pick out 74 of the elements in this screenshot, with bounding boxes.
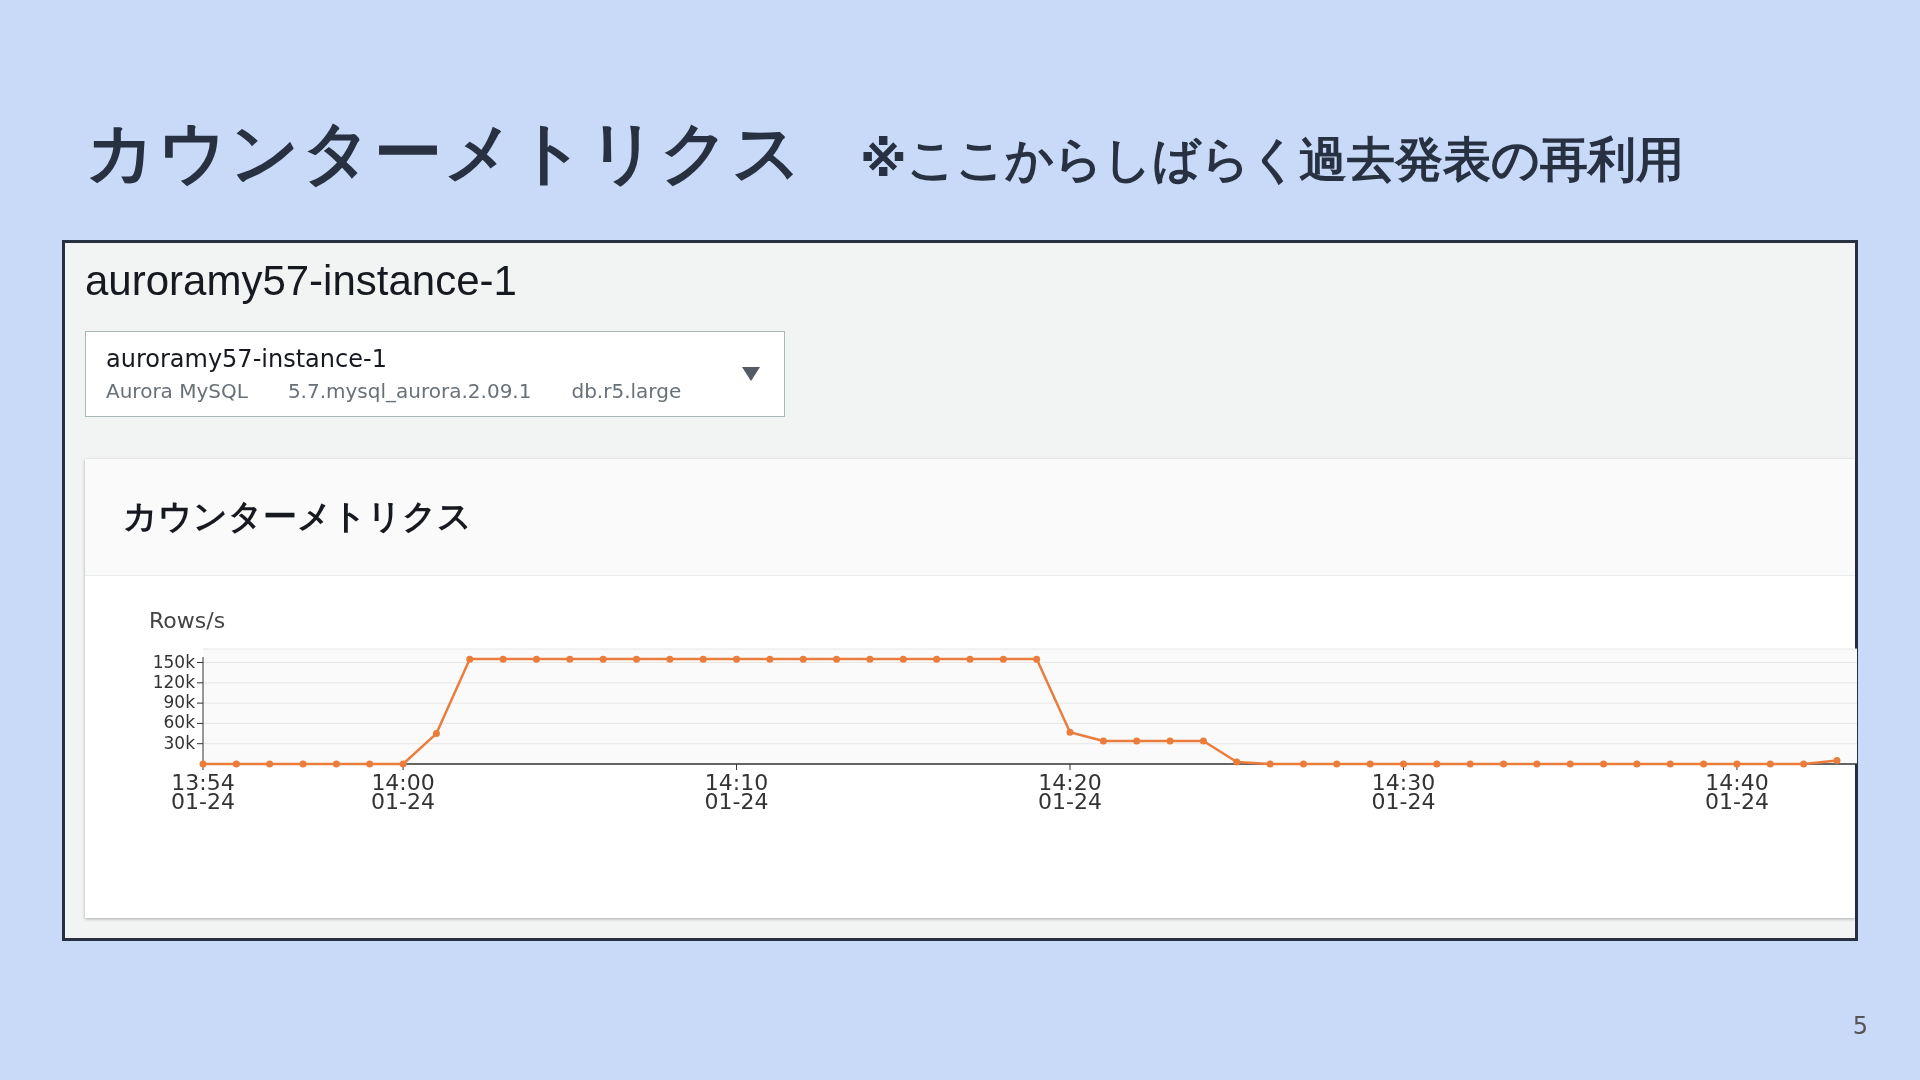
data-point xyxy=(1633,760,1641,768)
data-point xyxy=(1166,737,1174,745)
y-tick-label: 120k xyxy=(152,671,196,692)
data-point xyxy=(766,655,774,663)
caret-icon xyxy=(742,367,760,381)
data-point xyxy=(833,655,841,663)
data-point xyxy=(899,655,907,663)
data-point xyxy=(1800,760,1808,768)
data-point xyxy=(599,655,607,663)
data-point xyxy=(432,730,440,738)
page-number: 5 xyxy=(1852,1012,1868,1040)
data-point xyxy=(1433,760,1441,768)
data-point xyxy=(1833,757,1841,765)
data-point xyxy=(1733,760,1741,768)
x-tick-label: 13:54 01-24 xyxy=(171,770,235,814)
data-point xyxy=(1400,760,1407,768)
x-tick-label: 14:00 01-24 xyxy=(371,770,436,814)
panel-title: カウンターメトリクス xyxy=(123,495,472,538)
data-point xyxy=(1199,737,1207,745)
data-point xyxy=(699,655,707,663)
data-point xyxy=(1700,760,1708,768)
data-point xyxy=(1366,760,1374,768)
data-point xyxy=(199,760,207,768)
data-point xyxy=(332,760,340,768)
data-point xyxy=(1133,737,1141,745)
y-tick-label: 150k xyxy=(152,651,204,672)
data-point xyxy=(999,655,1007,663)
data-point xyxy=(966,655,974,663)
x-tick-label: 14:10 01-24 xyxy=(704,770,769,814)
slide-title: カウンターメトリクス xyxy=(86,112,804,194)
data-point xyxy=(1666,760,1674,768)
data-point xyxy=(1099,737,1107,745)
y-axis-label: Rows/s xyxy=(149,608,226,633)
data-point xyxy=(1066,728,1074,736)
data-point xyxy=(1566,760,1574,768)
y-tick-label: 60k xyxy=(163,712,196,733)
y-tick-label: 30k xyxy=(163,732,204,753)
instance-select[interactable]: auroramy57-instance-1 Aurora MySQL 5.7.mysql_aurora.2.09.1 db.r5.large xyxy=(85,331,785,417)
y-tick-label: 150k xyxy=(152,651,196,672)
y-tick-label: 90k xyxy=(163,692,204,713)
y-tick-label: 90k xyxy=(163,692,196,713)
y-tick-label: 30k xyxy=(163,732,196,753)
data-point xyxy=(1299,760,1307,768)
y-tick-label: 120k xyxy=(152,671,204,692)
x-tick-label: 14:30 01-24 xyxy=(1371,770,1436,814)
data-point xyxy=(1233,758,1241,766)
data-point xyxy=(1033,655,1041,663)
data-point xyxy=(1766,760,1774,768)
data-point xyxy=(1333,760,1341,768)
data-point xyxy=(933,655,941,663)
x-tick-label: 14:40 01-24 xyxy=(1705,770,1769,814)
data-point xyxy=(633,655,640,663)
data-point xyxy=(1466,760,1474,768)
slide-note: ※ここからしばらく過去発表の再利用 xyxy=(860,130,1684,189)
data-point xyxy=(466,655,474,663)
data-point xyxy=(266,760,274,768)
data-point xyxy=(1533,760,1541,768)
instance-heading: auroramy57-instance-1 xyxy=(85,256,518,306)
data-point xyxy=(532,655,540,663)
data-point xyxy=(299,760,307,768)
data-point xyxy=(733,655,741,663)
data-point xyxy=(799,655,807,663)
data-point xyxy=(566,655,574,663)
data-point xyxy=(1500,760,1507,768)
data-point xyxy=(1266,760,1274,768)
data-point xyxy=(1600,760,1608,768)
data-point xyxy=(366,760,374,768)
data-point xyxy=(232,760,240,768)
data-point xyxy=(666,655,674,663)
y-tick-label: 60k xyxy=(163,712,204,733)
data-point xyxy=(499,655,507,663)
x-tick-label: 14:20 01-24 xyxy=(1038,770,1102,814)
data-point xyxy=(399,760,407,768)
data-point xyxy=(866,655,874,663)
